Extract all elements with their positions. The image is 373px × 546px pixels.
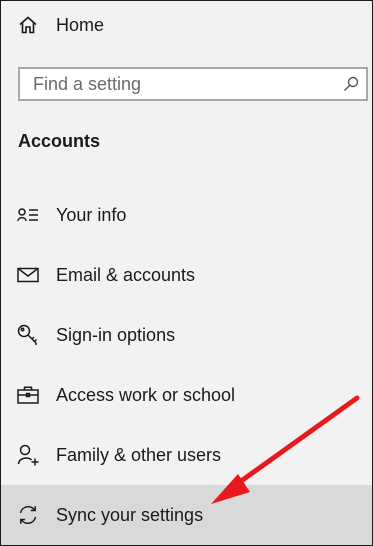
- nav-item-label: Access work or school: [56, 384, 236, 405]
- nav-item-sync-settings[interactable]: Sync your settings: [1, 485, 372, 545]
- nav-item-label: Family & other users: [56, 444, 222, 465]
- nav-item-access-work-school[interactable]: Access work or school: [1, 365, 372, 425]
- nav-item-your-info[interactable]: Your info: [1, 185, 372, 245]
- home-label: Home: [56, 14, 105, 35]
- nav-item-family-other-users[interactable]: Family & other users: [1, 425, 372, 485]
- search-input[interactable]: [33, 73, 323, 95]
- settings-panel: Home Accounts Your info Emai: [0, 0, 373, 546]
- envelope-icon: [17, 264, 39, 286]
- nav-item-sign-in-options[interactable]: Sign-in options: [1, 305, 372, 365]
- search-icon[interactable]: [342, 75, 360, 93]
- search-box[interactable]: [18, 67, 368, 101]
- nav-item-email-accounts[interactable]: Email & accounts: [1, 245, 372, 305]
- person-card-icon: [17, 204, 39, 226]
- home-nav-item[interactable]: Home: [1, 0, 372, 55]
- key-icon: [17, 324, 39, 346]
- nav-item-label: Sync your settings: [56, 504, 204, 525]
- add-person-icon: [17, 444, 39, 466]
- nav-item-label: Email & accounts: [56, 264, 196, 285]
- sync-icon: [17, 504, 39, 526]
- section-title: Accounts: [18, 131, 101, 151]
- briefcase-icon: [17, 384, 39, 406]
- nav-item-label: Sign-in options: [56, 324, 176, 345]
- nav-item-label: Your info: [56, 204, 127, 225]
- home-icon: [17, 14, 39, 36]
